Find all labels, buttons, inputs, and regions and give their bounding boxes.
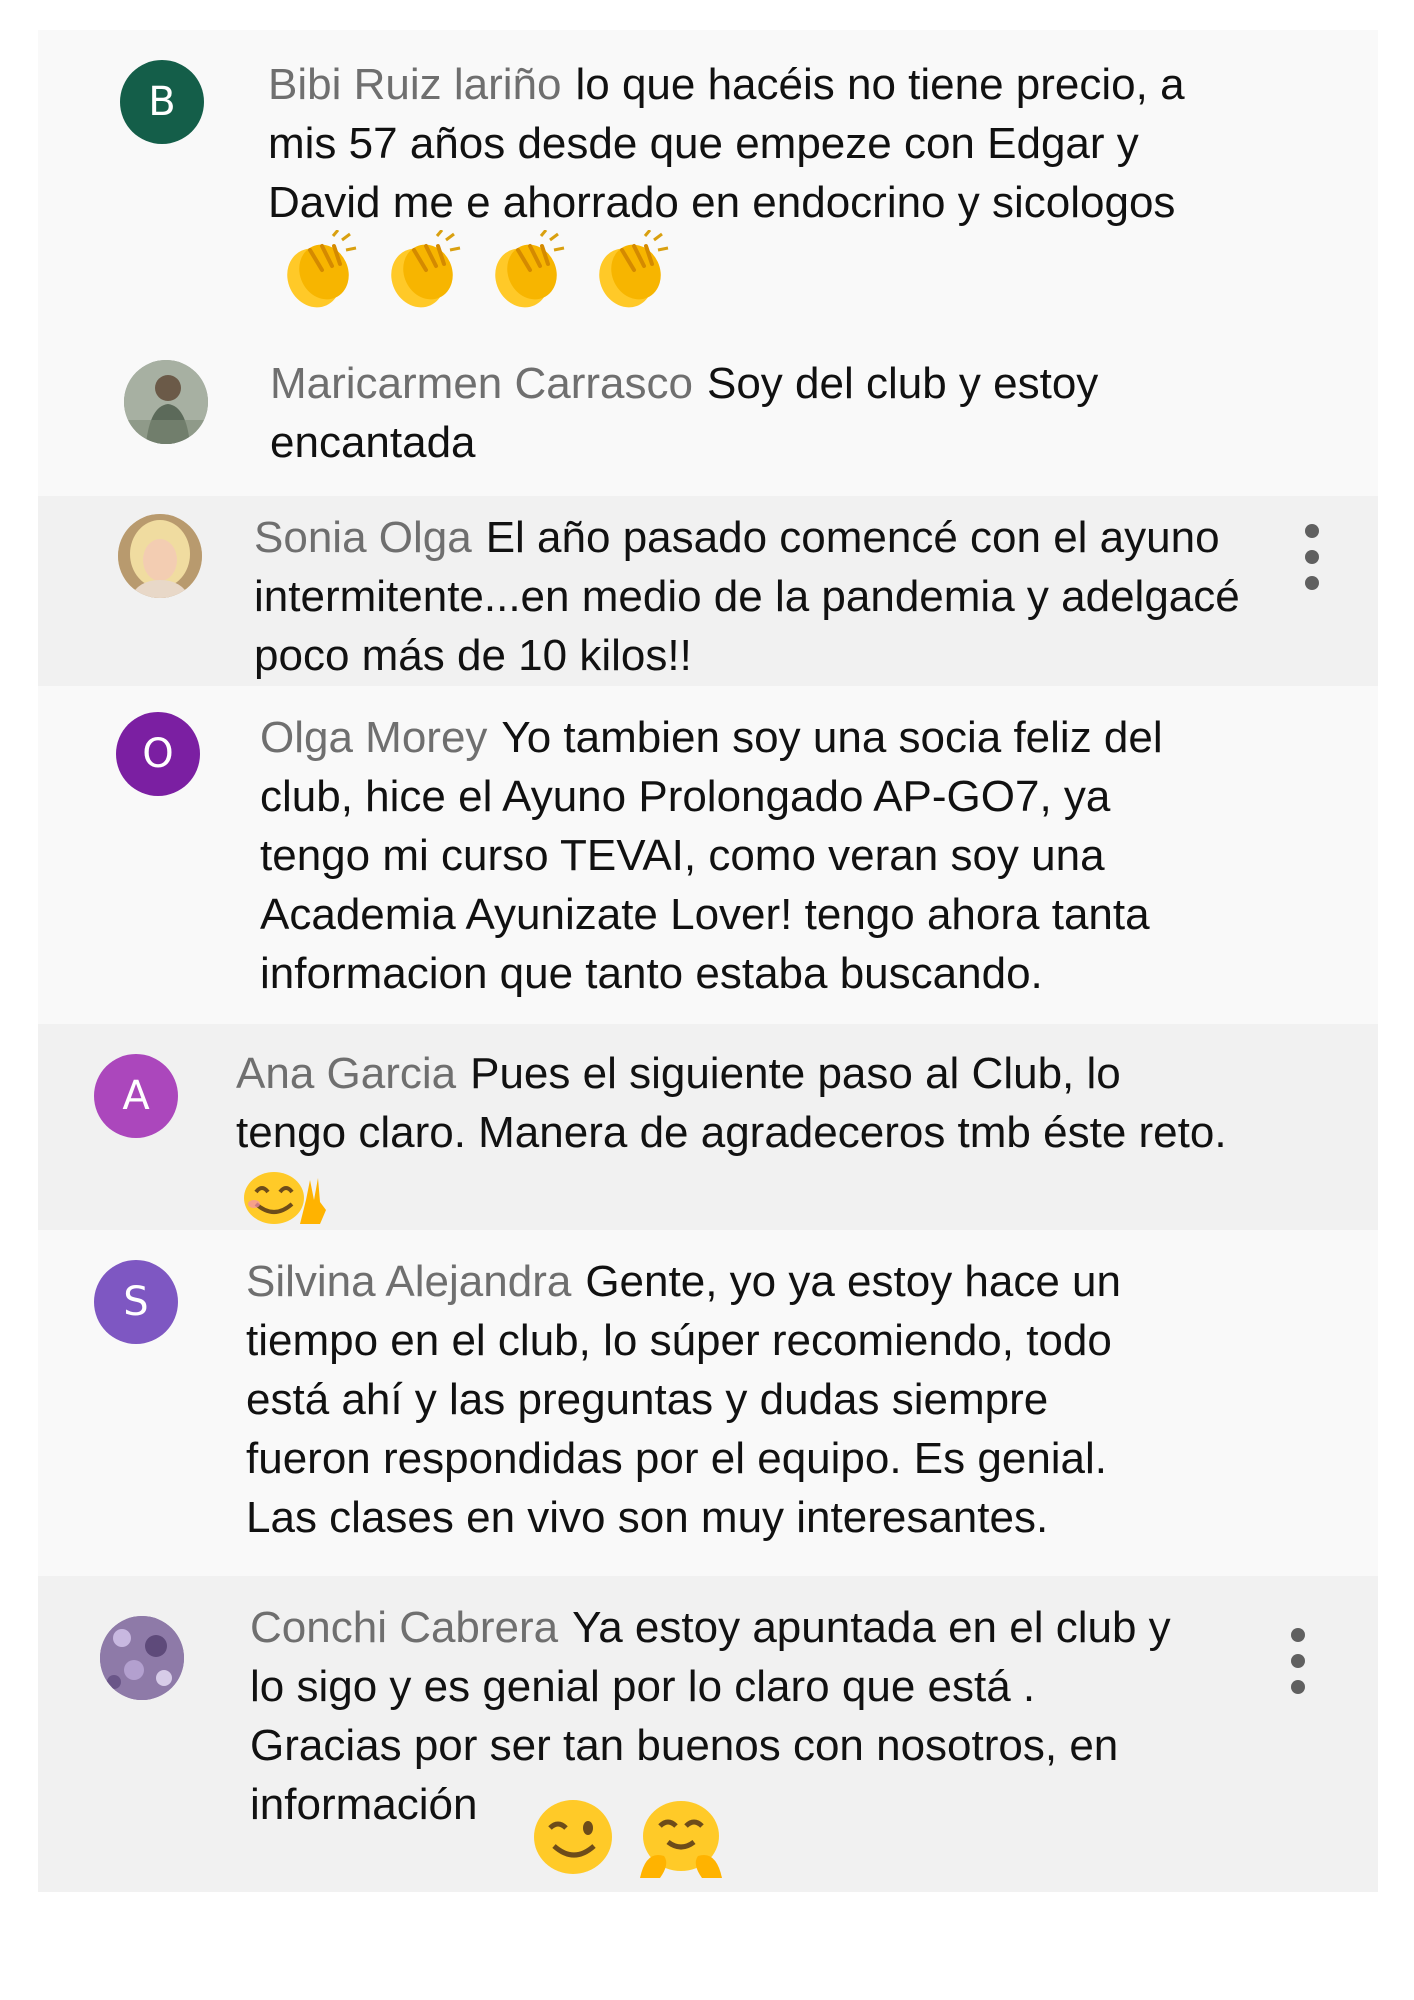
avatar[interactable]: B [120, 60, 204, 144]
winking-face-icon [534, 1800, 612, 1874]
comment-item: Maricarmen Carrasco Soy del club y estoy … [38, 332, 1378, 492]
comment-text: Maricarmen Carrasco Soy del club y estoy … [270, 354, 1098, 472]
profile-photo [118, 514, 202, 598]
comment-item: S Silvina Alejandra Gente, yo ya estoy ha… [38, 1240, 1378, 1570]
clapping-hands-icon [495, 230, 565, 308]
profile-photo [100, 1616, 184, 1700]
clapping-hands-icon [391, 230, 461, 308]
avatar[interactable] [118, 514, 202, 598]
comment-author[interactable]: Olga Morey [260, 713, 487, 762]
comment-author[interactable]: Silvina Alejandra [246, 1257, 571, 1306]
comment-text: Silvina Alejandra Gente, yo ya estoy hace… [246, 1252, 1121, 1547]
avatar[interactable]: S [94, 1260, 178, 1344]
comment-item: Sonia Olga El año pasado comencé con el a… [38, 496, 1378, 686]
avatar[interactable]: A [94, 1054, 178, 1138]
comment-item: A Ana Garcia Pues el siguiente paso al Cl… [38, 1024, 1378, 1230]
comment-text: Sonia Olga El año pasado comencé con el a… [254, 508, 1240, 685]
clapping-hands-icon [287, 230, 357, 308]
hugging-face-icon [640, 1801, 722, 1878]
comment-author[interactable]: Sonia Olga [254, 513, 472, 562]
avatar[interactable] [124, 360, 208, 444]
comment-item: B Bibi Ruiz lariño lo que hacéis no tiene… [38, 30, 1378, 326]
avatar[interactable] [100, 1616, 184, 1700]
clapping-hands-icon [599, 230, 669, 308]
comment-item: Conchi Cabrera Ya estoy apuntada en el cl… [38, 1576, 1378, 1892]
profile-photo [124, 360, 208, 444]
comment-item: O Olga Morey Yo tambien soy una socia fel… [38, 690, 1378, 1020]
emoji-row [532, 1798, 726, 1878]
comment-author[interactable]: Ana Garcia [236, 1049, 456, 1098]
comment-text: Olga Morey Yo tambien soy una socia feliz… [260, 708, 1163, 1003]
emoji-row [278, 230, 672, 312]
more-vertical-icon[interactable] [1302, 524, 1322, 590]
comment-author[interactable]: Maricarmen Carrasco [270, 359, 693, 408]
comment-author[interactable]: Bibi Ruiz lariño [268, 60, 561, 109]
more-vertical-icon[interactable] [1288, 1628, 1308, 1694]
comment-text: Ana Garcia Pues el siguiente paso al Club… [236, 1044, 1227, 1162]
emoji-row [242, 1170, 330, 1226]
comment-text: Bibi Ruiz lariño lo que hacéis no tiene p… [268, 55, 1185, 232]
comment-author[interactable]: Conchi Cabrera [250, 1603, 558, 1652]
avatar[interactable]: O [116, 712, 200, 796]
smiling-face-with-victory-hand-icon [244, 1172, 326, 1224]
